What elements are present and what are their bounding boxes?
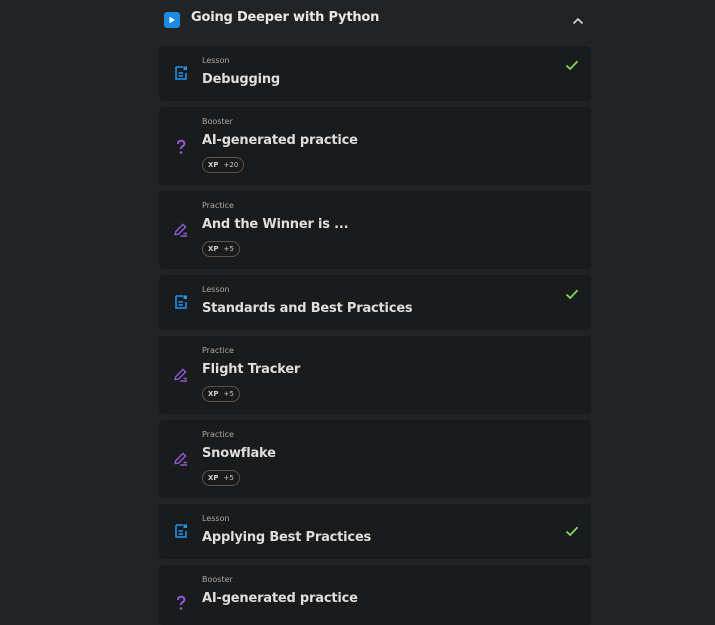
section-header[interactable]: Going Deeper with Python: [159, 0, 591, 40]
item-kind: Booster: [202, 575, 233, 584]
chevron-up-icon[interactable]: [571, 13, 585, 27]
item-title: Standards and Best Practices: [202, 301, 413, 316]
xp-badge: XP +5: [202, 386, 240, 402]
list-item[interactable]: Booster AI-generated practice: [159, 565, 591, 625]
xp-badge: XP +5: [202, 470, 240, 486]
course-section: Going Deeper with Python Lesson Debuggin…: [159, 0, 591, 625]
play-icon: [164, 12, 180, 28]
list-item[interactable]: Booster AI-generated practice XP +20: [159, 107, 591, 185]
list-item[interactable]: Lesson Standards and Best Practices: [159, 275, 591, 330]
check-icon: [565, 523, 579, 537]
document-icon: [173, 294, 189, 310]
item-title: Snowflake: [202, 446, 276, 461]
item-title: Debugging: [202, 72, 280, 87]
item-title: Flight Tracker: [202, 362, 301, 377]
xp-value: +20: [223, 161, 239, 169]
list-item[interactable]: Lesson Debugging: [159, 46, 591, 101]
section-title: Going Deeper with Python: [191, 10, 380, 25]
item-title: AI-generated practice: [202, 133, 358, 148]
question-mark-icon: [173, 595, 189, 611]
xp-value: +5: [223, 390, 234, 398]
xp-badge: XP +20: [202, 157, 245, 173]
item-kind: Booster: [202, 117, 233, 126]
check-icon: [565, 57, 579, 71]
xp-value: +5: [223, 474, 234, 482]
item-title: Applying Best Practices: [202, 530, 372, 545]
document-icon: [173, 523, 189, 539]
item-title: And the Winner is ...: [202, 217, 349, 232]
xp-badge: XP +5: [202, 241, 240, 257]
list-item[interactable]: Practice Snowflake XP +5: [159, 420, 591, 498]
item-title: AI-generated practice: [202, 591, 358, 606]
pencil-icon: [173, 222, 189, 238]
xp-value: +5: [223, 245, 234, 253]
item-kind: Lesson: [202, 56, 230, 65]
xp-label: XP: [208, 390, 219, 398]
list-item[interactable]: Practice Flight Tracker XP +5: [159, 336, 591, 414]
pencil-icon: [173, 451, 189, 467]
item-kind: Practice: [202, 201, 234, 210]
item-kind: Lesson: [202, 285, 230, 294]
xp-label: XP: [208, 245, 219, 253]
pencil-icon: [173, 367, 189, 383]
item-kind: Lesson: [202, 514, 230, 523]
xp-label: XP: [208, 474, 219, 482]
check-icon: [565, 286, 579, 300]
document-icon: [173, 65, 189, 81]
item-kind: Practice: [202, 346, 234, 355]
list-item[interactable]: Practice And the Winner is ... XP +5: [159, 191, 591, 269]
list-item[interactable]: Lesson Applying Best Practices: [159, 504, 591, 559]
item-kind: Practice: [202, 430, 234, 439]
question-mark-icon: [173, 139, 189, 155]
xp-label: XP: [208, 161, 219, 169]
